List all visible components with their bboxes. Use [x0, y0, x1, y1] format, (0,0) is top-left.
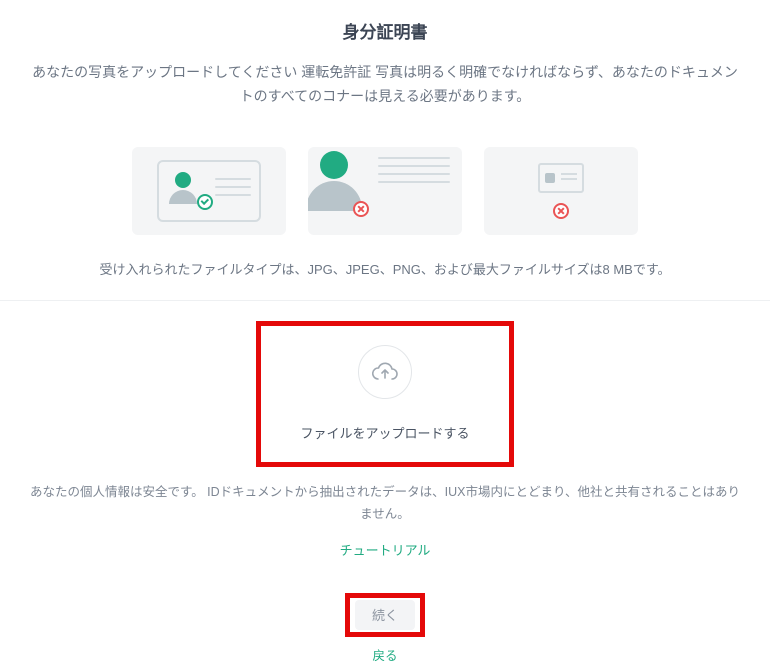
cloud-upload-icon — [358, 345, 412, 399]
person-icon — [308, 151, 362, 211]
upload-instructions: あなたの写真をアップロードしてください 運転免許証 写真は明るく明確でなければな… — [0, 61, 770, 109]
id-card-small-icon — [538, 163, 584, 193]
example-card-cropped — [308, 147, 462, 235]
upload-label: ファイルをアップロードする — [300, 423, 469, 442]
continue-highlight: 続く — [345, 593, 425, 637]
id-card-icon — [157, 160, 261, 222]
file-type-info: 受け入れられたファイルタイプは、JPG、JPEG、PNG、および最大ファイルサイ… — [0, 259, 770, 300]
privacy-notice: あなたの個人情報は安全です。 IDドキュメントから抽出されたデータは、IUX市場… — [0, 479, 770, 540]
upload-dropzone[interactable]: ファイルをアップロードする — [256, 321, 514, 467]
check-circle-icon — [197, 194, 213, 210]
page-title: 身分証明書 — [0, 18, 770, 43]
back-link[interactable]: 戻る — [0, 645, 770, 664]
x-circle-icon — [353, 201, 369, 217]
tutorial-link[interactable]: チュートリアル — [0, 540, 770, 559]
divider — [0, 300, 770, 301]
example-card-too-small — [484, 147, 638, 235]
x-circle-icon — [553, 203, 569, 219]
continue-button[interactable]: 続く — [355, 600, 415, 630]
example-cards — [0, 147, 770, 235]
person-icon — [169, 172, 197, 204]
example-card-good — [132, 147, 286, 235]
